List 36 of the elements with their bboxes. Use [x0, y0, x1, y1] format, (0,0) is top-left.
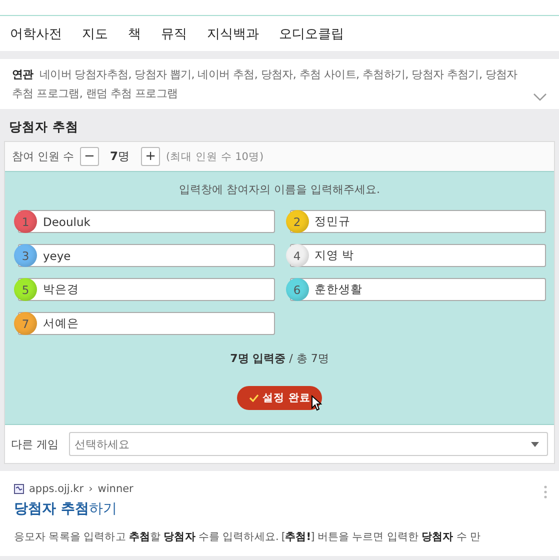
site-path[interactable]: winner — [98, 483, 134, 495]
site-favicon-icon — [14, 484, 24, 494]
more-options-icon[interactable] — [544, 485, 547, 499]
decrement-button[interactable]: − — [80, 147, 99, 166]
number-badge: 2 — [286, 210, 308, 233]
counter-label: 참여 인원 수 — [12, 149, 74, 164]
breadcrumb-separator: › — [88, 483, 93, 495]
participant-count: 7명 — [110, 149, 130, 164]
related-searches-text: 연관 네이버 당첨자추첨, 당첨자 뽑기, 네이버 추첨, 당첨자, 추첨 사이트, 추첨하기, 당첨자 추첨기, 당첨자 추첨 프로그램, 랜덤 추첨 프로그램 — [12, 67, 518, 102]
other-game-label: 다른 게임 — [11, 436, 58, 452]
max-note: (최대 인원 수 10명) — [166, 150, 264, 164]
result-title-link[interactable]: 당첨자 추첨하기 — [14, 500, 117, 518]
widget-title: 당첨자 추첨 — [9, 119, 78, 134]
nav-tab[interactable]: 어학사전 — [10, 24, 62, 42]
instruction-text: 입력창에 참여자의 이름을 입력해주세요. — [179, 183, 380, 196]
check-icon — [248, 394, 259, 402]
number-badge: 1 — [14, 210, 37, 233]
number-badge: 6 — [286, 278, 308, 301]
nav-tab[interactable]: 뮤직 — [161, 24, 187, 42]
nav-tab[interactable]: 책 — [128, 24, 141, 42]
nav-tab[interactable]: 지도 — [82, 24, 108, 42]
confirm-button[interactable]: 설정 완료 — [236, 386, 322, 410]
number-badge: 5 — [14, 278, 37, 301]
increment-button[interactable]: + — [141, 147, 160, 166]
number-badge: 7 — [14, 312, 37, 335]
site-url[interactable]: apps.ojj.kr — [29, 483, 84, 495]
chevron-down-icon[interactable] — [533, 93, 547, 101]
dropdown-arrow-icon — [531, 442, 539, 446]
game-select[interactable]: 선택하세요 — [68, 432, 548, 456]
number-badge: 4 — [286, 244, 308, 267]
result-snippet: 응모자 목록을 입력하고 추첨할 당첨자 수를 입력하세요. [추첨!] 버튼을 누르면 입력한 당첨자 수 만 — [14, 530, 482, 544]
nav-tab[interactable]: 지식백과 — [207, 24, 259, 42]
number-badge: 3 — [14, 244, 37, 267]
input-summary: 7명 입력중 / 총 7명 — [230, 352, 329, 365]
nav-tab[interactable]: 오디오클립 — [279, 24, 344, 42]
cursor-icon — [311, 395, 322, 411]
